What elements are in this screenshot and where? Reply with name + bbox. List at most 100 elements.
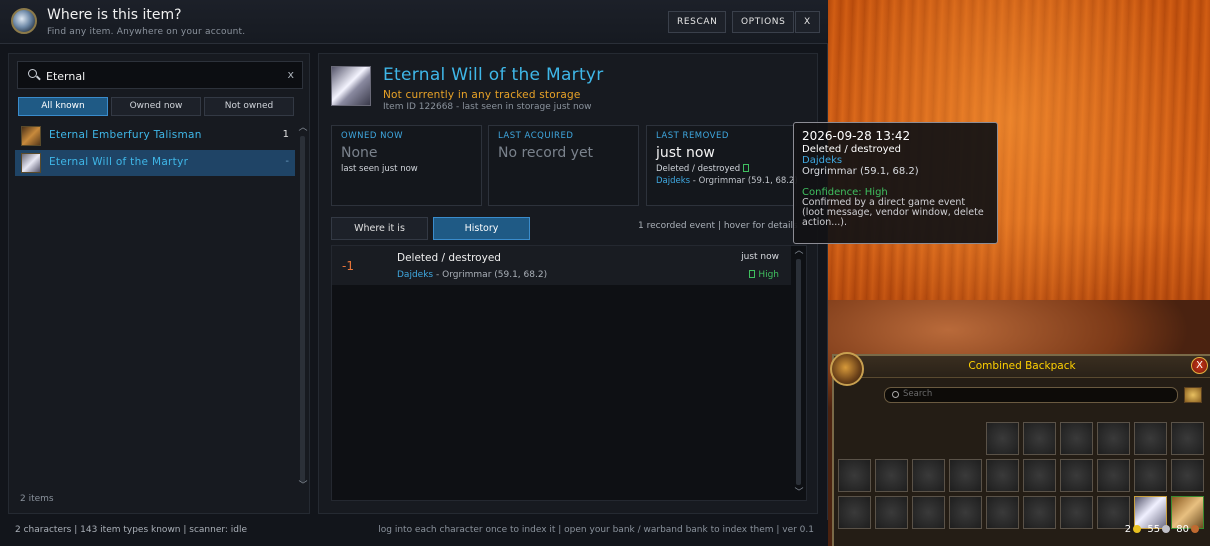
search-icon	[892, 391, 899, 398]
results-scrollbar[interactable]: ︿ ﹀	[297, 124, 309, 494]
item-detail-pane: Eternal Will of the Martyr Not currently…	[318, 53, 818, 514]
bag-slot[interactable]	[838, 496, 871, 529]
silver-amount: 55	[1147, 524, 1161, 535]
result-item-name: Eternal Will of the Martyr	[49, 156, 189, 168]
rescan-button[interactable]: RESCAN	[668, 11, 727, 33]
bag-slot[interactable]	[912, 496, 945, 529]
backpack-title: Combined Backpack	[968, 360, 1076, 372]
card-value: No record yet	[498, 145, 594, 161]
history-row[interactable]: -1 Deleted / destroyed Dajdeks - Orgrimm…	[332, 246, 791, 285]
filter-owned-now[interactable]: Owned now	[111, 97, 201, 116]
coin-copper-icon	[1191, 525, 1199, 533]
scroll-down-icon[interactable]: ﹀	[298, 482, 308, 491]
event-confidence: High	[749, 270, 779, 280]
bag-slot[interactable]	[1134, 422, 1167, 455]
bag-slot[interactable]	[1171, 422, 1204, 455]
options-button[interactable]: OPTIONS	[732, 11, 795, 33]
bag-slot[interactable]	[875, 496, 908, 529]
event-tooltip: 2026-09-28 13:42 Deleted / destroyed Daj…	[793, 122, 998, 244]
coin-gold-icon	[1133, 525, 1142, 533]
bag-slot[interactable]	[912, 459, 945, 492]
martyr-icon	[331, 66, 371, 106]
bag-slot[interactable]	[1060, 459, 1093, 492]
scroll-up-icon[interactable]: ︿	[298, 124, 308, 133]
bag-slot[interactable]	[838, 459, 871, 492]
search-icon	[28, 69, 37, 78]
titlebar[interactable]: Where is this item? Find any item. Anywh…	[0, 0, 828, 44]
bag-slot[interactable]	[1097, 422, 1130, 455]
result-item-martyr[interactable]: Eternal Will of the Martyr -	[15, 150, 295, 176]
bag-slot[interactable]	[986, 422, 1019, 455]
coin-silver-icon	[1162, 525, 1171, 533]
scroll-down-icon[interactable]: ﹀	[794, 489, 804, 498]
bag-slot[interactable]	[949, 496, 982, 529]
tooltip-location: Orgrimmar (59.1, 68.2)	[802, 166, 919, 177]
status-left: 2 characters | 143 item types known | sc…	[15, 525, 248, 535]
location-text: Orgrimmar (59.1, 68.2)	[442, 270, 548, 280]
search-clear-button[interactable]: x	[287, 68, 294, 81]
app-compass-icon	[11, 8, 37, 34]
bag-slot[interactable]	[875, 459, 908, 492]
confidence-label: High	[758, 270, 779, 280]
card-owned-now: OWNED NOW None last seen just now	[331, 125, 482, 206]
history-scrollbar[interactable]: ︿ ﹀	[793, 246, 805, 500]
backpack-close-button[interactable]: X	[1191, 357, 1208, 374]
card-last-acquired: LAST ACQUIRED No record yet	[488, 125, 639, 206]
event-time: just now	[741, 252, 779, 262]
card-label: LAST ACQUIRED	[498, 131, 574, 141]
filter-all-known[interactable]: All known	[18, 97, 108, 116]
bag-portrait-icon[interactable]	[830, 352, 864, 386]
bag-slot[interactable]	[986, 496, 1019, 529]
card-sub: last seen just now	[341, 164, 418, 174]
tooltip-character: Dajdeks	[802, 155, 843, 166]
bag-slot[interactable]	[1134, 459, 1167, 492]
where-is-item-window: Where is this item? Find any item. Anywh…	[0, 0, 828, 546]
result-item-talisman[interactable]: Eternal Emberfury Talisman 1	[15, 123, 295, 149]
scroll-track[interactable]	[300, 136, 305, 482]
tooltip-description: Confirmed by a direct game event (loot m…	[802, 197, 984, 228]
bag-slot[interactable]	[1171, 459, 1204, 492]
bag-slot[interactable]	[1023, 422, 1056, 455]
tab-history[interactable]: History	[433, 217, 530, 240]
app-title: Where is this item?	[47, 7, 182, 23]
search-input[interactable]	[46, 66, 276, 86]
scroll-up-icon[interactable]: ︿	[794, 247, 804, 256]
history-list: -1 Deleted / destroyed Dajdeks - Orgrimm…	[331, 245, 807, 501]
character-name: Dajdeks	[656, 176, 691, 186]
event-delta: -1	[342, 259, 354, 273]
card-last-removed[interactable]: LAST REMOVED just now Deleted / destroye…	[646, 125, 798, 206]
backpack-search-placeholder: Search	[903, 389, 933, 399]
card-sub-location: Dajdeks - Orgrimmar (59.1, 68.2)	[656, 176, 798, 186]
bag-slot[interactable]	[1060, 496, 1093, 529]
close-button[interactable]: X	[795, 11, 820, 33]
bag-slot[interactable]	[1060, 422, 1093, 455]
sort-bags-icon[interactable]	[1184, 387, 1202, 403]
result-item-count: 1	[282, 129, 289, 140]
item-status: Not currently in any tracked storage	[383, 89, 581, 101]
card-label: OWNED NOW	[341, 131, 404, 141]
scroll-track[interactable]	[796, 259, 801, 485]
backpack-header[interactable]: Combined Backpack X	[834, 356, 1210, 378]
bag-slot[interactable]	[1023, 496, 1056, 529]
bag-slot[interactable]	[1023, 459, 1056, 492]
check-icon	[749, 270, 756, 278]
talisman-icon	[21, 126, 41, 146]
card-sub: Deleted / destroyed	[656, 164, 750, 174]
search-box[interactable]: x	[17, 61, 303, 89]
filter-not-owned[interactable]: Not owned	[204, 97, 294, 116]
money-display: 2 55 80	[1125, 524, 1202, 535]
backpack-search[interactable]: Search	[884, 387, 1178, 403]
check-icon	[743, 164, 750, 172]
tooltip-time: 2026-09-28 13:42	[802, 129, 911, 143]
event-title: Deleted / destroyed	[397, 252, 501, 264]
card-label: LAST REMOVED	[656, 131, 729, 141]
bag-slot[interactable]	[949, 459, 982, 492]
tab-where-it-is[interactable]: Where it is	[331, 217, 428, 240]
event-location: Dajdeks - Orgrimmar (59.1, 68.2)	[397, 270, 547, 280]
card-value: just now	[656, 145, 715, 161]
result-item-name: Eternal Emberfury Talisman	[49, 129, 202, 141]
location-text: Orgrimmar (59.1, 68.2)	[698, 176, 798, 186]
bag-slot[interactable]	[1097, 459, 1130, 492]
bag-slot[interactable]	[986, 459, 1019, 492]
app-subtitle: Find any item. Anywhere on your account.	[47, 27, 246, 37]
